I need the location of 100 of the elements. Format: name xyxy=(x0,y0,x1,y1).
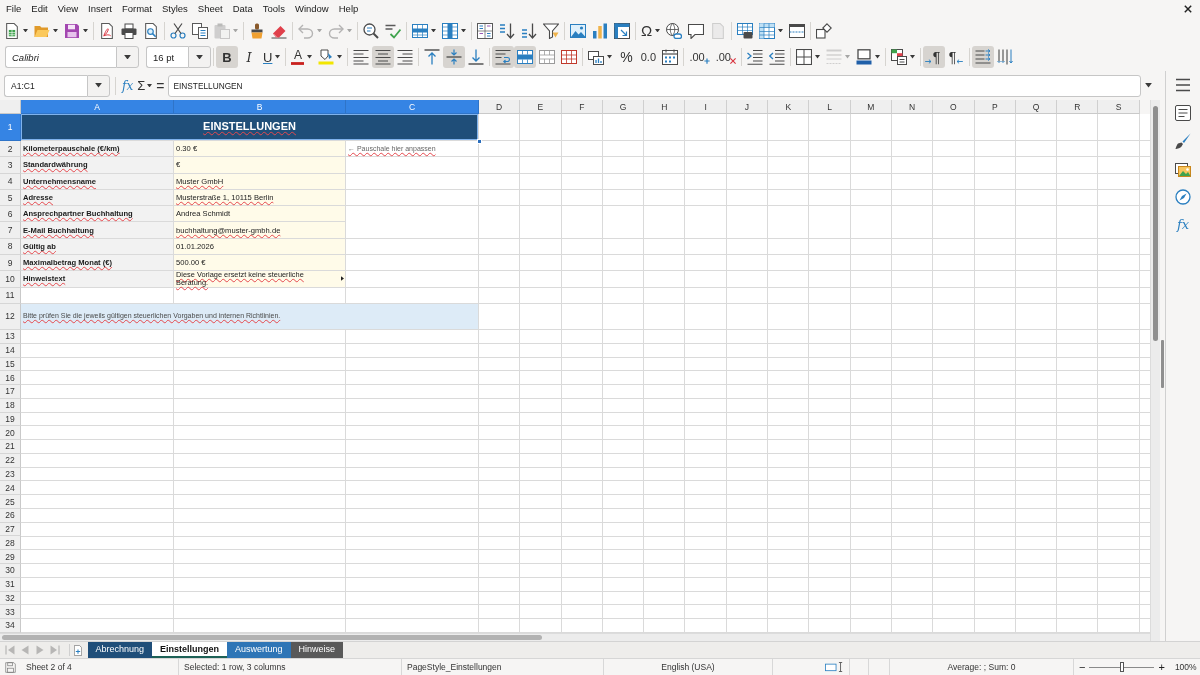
sheet-tab[interactable]: Hinweise xyxy=(290,642,344,658)
delete-decimal-button[interactable]: .00 xyxy=(712,46,739,68)
sum-button[interactable]: Σ xyxy=(135,75,155,96)
column-header[interactable]: J xyxy=(726,100,769,114)
menu-item[interactable]: Styles xyxy=(156,2,193,16)
column-header[interactable]: F xyxy=(561,100,603,114)
sheet-tab[interactable]: Abrechnung xyxy=(87,642,153,658)
properties-icon[interactable] xyxy=(1175,105,1191,121)
row-header[interactable]: 9 xyxy=(0,255,21,272)
row-header[interactable]: 33 xyxy=(0,605,21,620)
slider-thumb[interactable] xyxy=(1119,662,1124,672)
font-color-button[interactable]: A xyxy=(288,46,316,68)
name-box[interactable]: A1:C1 xyxy=(4,74,87,97)
bold-button[interactable]: B xyxy=(216,46,238,68)
column-header[interactable]: I xyxy=(685,100,727,114)
percent-format-button[interactable]: % xyxy=(615,46,638,68)
column-header[interactable]: A xyxy=(21,100,174,114)
column-header[interactable]: K xyxy=(768,100,810,114)
conditional-button[interactable] xyxy=(888,46,918,68)
rectangle-cursor-icon[interactable] xyxy=(825,662,843,672)
align-center-button[interactable] xyxy=(372,46,395,68)
column-header[interactable]: P xyxy=(974,100,1016,114)
compass-icon[interactable] xyxy=(1175,189,1191,205)
menu-icon[interactable] xyxy=(1175,77,1191,93)
column-header[interactable]: N xyxy=(891,100,934,114)
menu-item[interactable]: Tools xyxy=(257,2,290,16)
plus-icon xyxy=(703,58,710,64)
column-header[interactable]: H xyxy=(644,100,686,114)
row-header[interactable]: 2 xyxy=(0,141,21,158)
column-header[interactable]: B xyxy=(174,100,346,114)
row-header[interactable]: 25 xyxy=(0,495,21,509)
wrap-text-button[interactable] xyxy=(492,46,515,68)
column-header[interactable]: L xyxy=(809,100,851,114)
zoom-out-button[interactable]: − xyxy=(1077,661,1088,673)
dropdown-button[interactable] xyxy=(87,74,110,97)
row-header[interactable]: 1 xyxy=(0,114,21,141)
menu-item[interactable]: Insert xyxy=(83,2,117,16)
column-header[interactable]: D xyxy=(479,100,521,114)
caret-icon xyxy=(337,55,343,59)
row-header[interactable]: 17 xyxy=(0,385,21,399)
column-header[interactable]: G xyxy=(602,100,645,114)
borders-button[interactable] xyxy=(793,46,823,68)
row-header[interactable]: 12 xyxy=(0,303,21,330)
row-header[interactable]: 21 xyxy=(0,440,21,454)
menu-item[interactable]: Format xyxy=(116,2,157,16)
dropdown-button[interactable] xyxy=(188,46,211,68)
dropdown-button[interactable] xyxy=(116,46,139,68)
column-header[interactable]: R xyxy=(1057,100,1099,114)
column-header[interactable]: M xyxy=(850,100,892,114)
pictures-icon[interactable] xyxy=(1175,161,1191,177)
sheet-tab[interactable]: Einstellungen xyxy=(152,642,228,658)
menu-item[interactable]: File xyxy=(1,2,27,16)
zoom-in-button[interactable]: + xyxy=(1156,661,1167,673)
row-header[interactable]: 24 xyxy=(0,481,21,496)
menu-item[interactable]: Sheet xyxy=(192,2,228,16)
row-header[interactable]: 28 xyxy=(0,536,21,551)
vertical-text-icon xyxy=(997,49,1013,65)
sidebar-handle[interactable] xyxy=(1161,340,1164,388)
redo-icon xyxy=(328,22,344,39)
left-to-right-button[interactable]: ¶ xyxy=(923,46,945,68)
center-vertically-button[interactable] xyxy=(443,46,466,68)
page-plus-icon[interactable] xyxy=(73,644,82,656)
number-format-button[interactable]: 0.0 xyxy=(637,46,660,68)
close-icon[interactable] xyxy=(1184,5,1192,13)
font-name-field[interactable]: Calibri xyxy=(5,46,116,68)
right-to-left-button[interactable]: ¶ xyxy=(945,46,967,68)
menu-item[interactable]: View xyxy=(52,2,84,16)
italic-button[interactable]: I xyxy=(238,46,260,68)
formula-input[interactable]: EINSTELLUNGEN xyxy=(168,74,1142,97)
scrollbar-thumb[interactable] xyxy=(1153,106,1158,341)
font-size-field[interactable]: 16 pt xyxy=(146,46,188,68)
indent-icon xyxy=(747,49,763,65)
row-header[interactable]: 34 xyxy=(0,619,21,633)
formula-button[interactable]: = xyxy=(154,75,167,96)
menu-item[interactable]: Data xyxy=(227,2,258,16)
merge-center-button[interactable] xyxy=(514,46,537,68)
row-header[interactable]: 3 xyxy=(0,157,21,174)
row-header[interactable]: 20 xyxy=(0,426,21,441)
row-header[interactable]: 29 xyxy=(0,550,21,564)
scrollbar-thumb[interactable] xyxy=(2,635,542,640)
menu-item[interactable]: Help xyxy=(333,2,364,16)
special-character-button[interactable]: Ω xyxy=(638,19,664,42)
add-decimal-button[interactable]: .00 xyxy=(686,46,713,68)
function-wizard-button[interactable]: fx xyxy=(120,75,136,96)
column-header[interactable]: E xyxy=(520,100,562,114)
column-header[interactable]: S xyxy=(1098,100,1140,114)
row-header[interactable]: 7 xyxy=(0,222,21,239)
column-header[interactable]: Q xyxy=(1015,100,1058,114)
underline-button[interactable]: U xyxy=(260,46,284,68)
vertical-scrollbar[interactable] xyxy=(1150,100,1160,641)
menu-item[interactable]: Edit xyxy=(26,2,53,16)
functions-button[interactable]: fx xyxy=(1176,217,1190,233)
row-header[interactable]: 6 xyxy=(0,206,21,223)
fill-handle[interactable] xyxy=(477,139,482,144)
column-header[interactable]: O xyxy=(933,100,975,114)
row-header[interactable]: 16 xyxy=(0,371,21,386)
column-header[interactable]: C xyxy=(346,100,479,114)
row-header[interactable]: 10 xyxy=(0,271,21,288)
menu-item[interactable]: Window xyxy=(289,2,334,16)
sheet-tab[interactable]: Auswertung xyxy=(227,642,291,658)
